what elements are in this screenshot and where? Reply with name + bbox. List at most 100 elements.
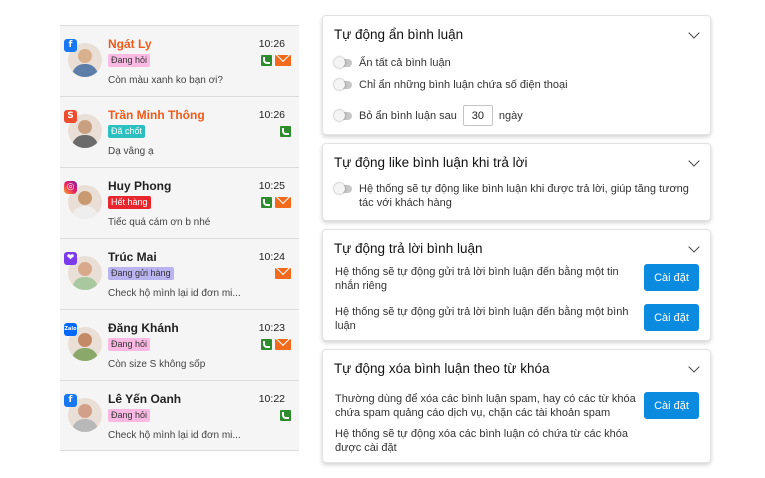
- contact-name: Huy Phong: [108, 179, 172, 193]
- mail-icon[interactable]: [275, 55, 291, 66]
- card-title: Tự động trả lời bình luận: [334, 241, 483, 256]
- status-badge: Đang gửi hàng: [108, 267, 174, 280]
- status-badge: Đang hỏi: [108, 409, 151, 422]
- conversation-item[interactable]: ❤ Trúc Mai Đang gửi hàng Check hộ mình lại …: [60, 239, 299, 310]
- option-line: Hệ thống sẽ tự động like bình luận khi đ…: [359, 183, 689, 195]
- contact-icons: [275, 268, 291, 279]
- facebook-icon: f: [64, 39, 77, 52]
- conversation-item[interactable]: ◎ Huy Phong Hết hàng Tiếc quá cám ơn b nhé 1…: [60, 168, 299, 239]
- message-time: 10:24: [258, 251, 285, 263]
- option-label: Bỏ ẩn bình luận sau: [359, 109, 457, 122]
- contact-name: Trần Minh Thông: [108, 108, 205, 122]
- contact-name: Trúc Mai: [108, 250, 157, 264]
- reply-comment-settings-button[interactable]: Cài đặt: [644, 304, 699, 331]
- reply-comment-description: Hệ thống sẽ tự động gửi trả lời bình luậ…: [335, 305, 628, 333]
- avatar-group: ◎: [64, 181, 102, 223]
- status-badge: Đã chốt: [108, 125, 146, 138]
- contact-icons: [261, 197, 291, 208]
- message-time: 10:23: [258, 322, 285, 334]
- avatar-group: ❤: [64, 252, 102, 294]
- message-time: 10:26: [258, 38, 285, 50]
- contact-icons: [261, 339, 291, 350]
- phone-icon[interactable]: [261, 197, 272, 208]
- contact-name: Ngát Ly: [108, 37, 152, 51]
- avatar-group: f: [64, 394, 102, 436]
- contact-name: Lê Yến Oanh: [108, 392, 182, 406]
- conversation-item[interactable]: S Trần Minh Thông Đã chốt Dạ vâng ạ 10:26: [60, 97, 299, 168]
- auto-reply-comments-card: Tự động trả lời bình luận Hệ thống sẽ tự…: [322, 229, 711, 341]
- description-line: chứa spam quảng cáo dịch vụ, chặn các tà…: [335, 407, 611, 419]
- description-line: nhắn riêng: [335, 280, 387, 292]
- reply-private-description: Hệ thống sẽ tự động gửi trả lời bình luậ…: [335, 265, 619, 293]
- mail-icon[interactable]: [275, 197, 291, 208]
- chevron-down-icon[interactable]: [688, 241, 700, 253]
- status-badge: Đang hỏi: [108, 338, 151, 351]
- toggle-switch[interactable]: [334, 183, 352, 194]
- days-input[interactable]: [462, 105, 493, 126]
- mail-icon[interactable]: [275, 268, 291, 279]
- mail-icon[interactable]: [275, 339, 291, 350]
- contact-icons: [261, 55, 291, 66]
- message-preview: Dạ vâng ạ: [108, 146, 154, 157]
- hide-all-option[interactable]: Ẩn tất cả bình luận: [334, 57, 451, 69]
- card-title: Tự động ẩn bình luận: [334, 27, 464, 42]
- hide-phone-option[interactable]: Chỉ ẩn những bình luận chứa số điện thoạ…: [334, 79, 568, 91]
- days-unit: ngày: [498, 109, 523, 122]
- auto-like-comments-card: Tự động like bình luận khi trả lời Hệ th…: [322, 143, 711, 221]
- phone-icon[interactable]: [280, 126, 291, 137]
- status-badge: Đang hỏi: [108, 54, 151, 67]
- message-time: 10:26: [258, 109, 285, 121]
- phone-icon[interactable]: [261, 55, 272, 66]
- option-label: Chỉ ẩn những bình luận chứa số điện thoạ…: [359, 79, 568, 91]
- conversation-item[interactable]: f Lê Yến Oanh Đang hỏi Check hộ mình lại id…: [60, 381, 299, 452]
- avatar-group: f: [64, 39, 102, 81]
- instagram-icon: ◎: [64, 181, 77, 194]
- avatar-group: Zalo: [64, 323, 102, 365]
- avatar-group: S: [64, 110, 102, 152]
- delete-keyword-settings-button[interactable]: Cài đặt: [644, 392, 699, 419]
- contact-name: Đăng Khánh: [108, 321, 179, 335]
- option-label: Ẩn tất cả bình luận: [359, 57, 451, 69]
- description-line: Hệ thống sẽ tự động gửi trả lời bình luậ…: [335, 306, 629, 318]
- facebook-icon: f: [64, 394, 77, 407]
- message-preview: Tiếc quá cám ơn b nhé: [108, 217, 211, 228]
- option-line: tác với khách hàng: [359, 197, 452, 209]
- conversation-list: f Ngát Ly Đang hỏi Còn màu xanh ko bạn ơi? 1…: [60, 25, 299, 451]
- status-badge: Hết hàng: [108, 196, 151, 209]
- description-line: Hệ thống sẽ tự động gửi trả lời bình luậ…: [335, 266, 619, 278]
- phone-icon[interactable]: [280, 410, 291, 421]
- message-preview: Còn màu xanh ko bạn ơi?: [108, 75, 223, 86]
- chevron-down-icon[interactable]: [688, 155, 700, 167]
- message-time: 10:25: [258, 180, 285, 192]
- chevron-down-icon[interactable]: [688, 27, 700, 39]
- zalo-icon: Zalo: [64, 323, 77, 336]
- description-line: luận: [335, 320, 356, 332]
- auto-hide-comments-card: Tự động ẩn bình luận Ẩn tất cả bình luận…: [322, 15, 711, 135]
- delete-keyword-description: Hệ thống sẽ tự động xóa các bình luận có…: [335, 427, 628, 455]
- chevron-down-icon[interactable]: [688, 361, 700, 373]
- toggle-switch[interactable]: [334, 57, 352, 68]
- auto-like-option[interactable]: Hệ thống sẽ tự động like bình luận khi đ…: [334, 182, 689, 210]
- reply-private-settings-button[interactable]: Cài đặt: [644, 264, 699, 291]
- toggle-switch[interactable]: [334, 79, 352, 90]
- toggle-switch[interactable]: [334, 109, 352, 121]
- description-line: Hệ thống sẽ tự động xóa các bình luận có…: [335, 428, 628, 440]
- conversation-item[interactable]: Zalo Đăng Khánh Đang hỏi Còn size S không s…: [60, 310, 299, 381]
- auto-delete-keyword-card: Tự động xóa bình luận theo từ khóa Thườn…: [322, 349, 711, 463]
- phone-icon[interactable]: [261, 339, 272, 350]
- message-time: 10:22: [258, 393, 285, 405]
- shopee-icon: S: [64, 110, 77, 123]
- contact-icons: [280, 126, 291, 137]
- chat-app-icon: ❤: [64, 252, 77, 265]
- message-preview: Check hộ mình lại id đơn mi...: [108, 288, 241, 299]
- message-preview: Check hộ mình lại id đơn mi...: [108, 430, 241, 441]
- delete-spam-description: Thường dùng để xóa các bình luận spam, h…: [335, 392, 636, 420]
- description-line: Thường dùng để xóa các bình luận spam, h…: [335, 393, 636, 405]
- card-title: Tự động xóa bình luận theo từ khóa: [334, 361, 550, 376]
- option-label: Hệ thống sẽ tự động like bình luận khi đ…: [359, 182, 689, 210]
- unhide-after-option[interactable]: Bỏ ẩn bình luận sau ngày: [334, 105, 523, 126]
- conversation-item[interactable]: f Ngát Ly Đang hỏi Còn màu xanh ko bạn ơi? 1…: [60, 26, 299, 97]
- contact-icons: [280, 410, 291, 421]
- message-preview: Còn size S không sốp: [108, 359, 206, 370]
- card-title: Tự động like bình luận khi trả lời: [334, 155, 528, 170]
